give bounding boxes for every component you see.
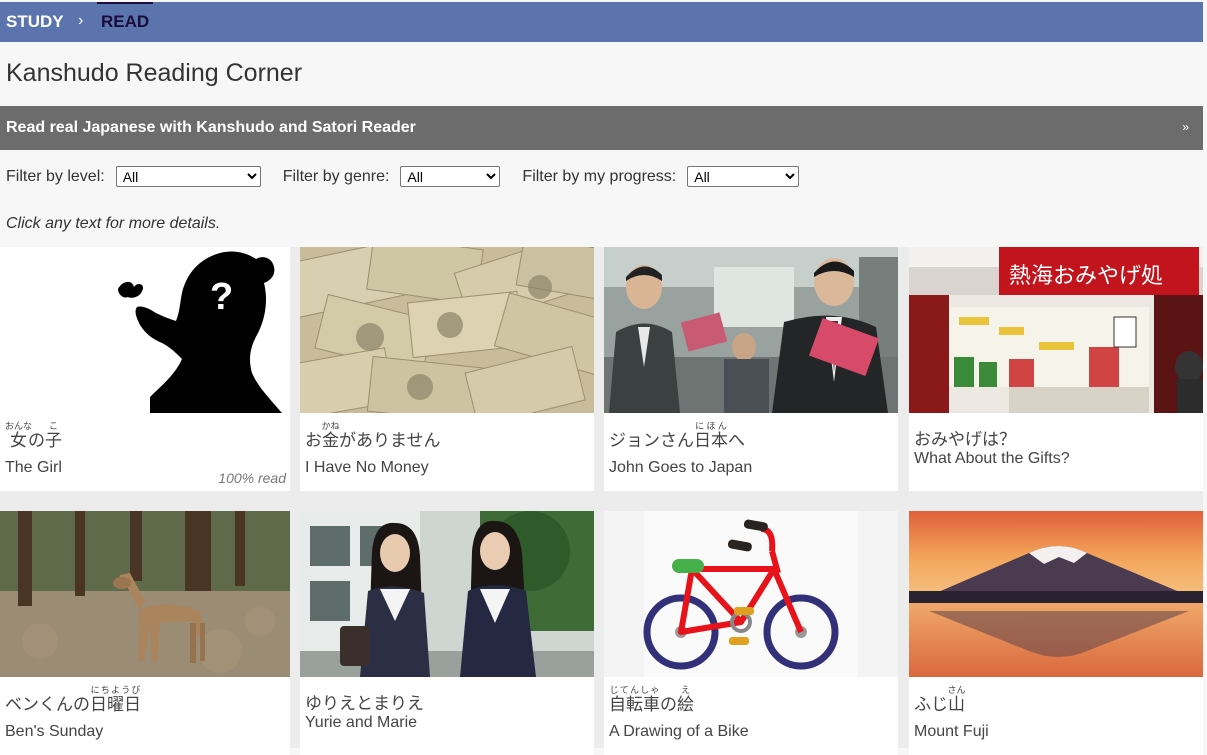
furigana-ruby: 金かね <box>321 421 340 450</box>
kana-text: の <box>660 695 677 714</box>
deer-forest-image <box>0 511 290 677</box>
page-title: Kanshudo Reading Corner <box>6 59 303 87</box>
kana-text: ベンくんの <box>5 695 90 714</box>
furigana-reading: にほん <box>694 421 728 431</box>
card-english-title[interactable]: Yurie and Marie <box>305 714 417 732</box>
hint-text: Click any text for more details. <box>6 215 221 232</box>
story-card-gifts[interactable]: 熱海おみやげ処 おみやげは？ What About the Gifts? <box>909 247 1203 491</box>
shop-sign-text: 熱海おみやげ処 <box>1009 264 1163 289</box>
kanji-text: 日曜日 <box>90 695 141 714</box>
furigana-ruby: 日本にほん <box>694 421 728 450</box>
furigana-reading: にちようび <box>90 685 141 695</box>
card-english-title[interactable]: Ben's Sunday <box>5 723 103 741</box>
furigana-ruby: 子こ <box>45 421 62 450</box>
svg-text:?: ? <box>210 276 233 318</box>
kana-text: ふじ <box>914 695 948 714</box>
kana-text: おみやげは？ <box>914 430 1016 449</box>
kana-text: の <box>28 431 45 450</box>
banner-title: Read real Japanese with Kanshudo and Sat… <box>6 119 416 136</box>
furigana-reading: え <box>677 685 694 695</box>
expand-chevron-icon[interactable]: » <box>1182 120 1189 134</box>
level-filter-label: Filter by level: <box>6 167 105 185</box>
souvenir-shop-image: 熱海おみやげ処 <box>909 247 1203 413</box>
card-english-title[interactable]: Mount Fuji <box>914 723 989 741</box>
level-filter-select[interactable]: All <box>115 166 261 187</box>
kanji-text: 子 <box>45 431 62 450</box>
progress-filter-label: Filter by my progress: <box>522 167 677 185</box>
story-card-john-japan[interactable]: ジョンさん日本にほんへ John Goes to Japan <box>604 247 898 491</box>
furigana-ruby: 絵え <box>677 685 694 714</box>
furigana-reading: さん <box>947 685 966 695</box>
bicycle-drawing-image <box>604 511 898 677</box>
card-japanese-title[interactable]: 自転車じてんしゃの絵え <box>609 685 694 715</box>
furigana-ruby: 山さん <box>947 685 966 714</box>
kana-text: へ <box>728 431 745 450</box>
card-japanese-title[interactable]: ベンくんの日曜日にちようび <box>5 685 141 715</box>
kana-text: ゆりえとまりえ <box>305 694 424 713</box>
kanji-text: 日本 <box>694 431 728 450</box>
card-japanese-title[interactable]: ジョンさん日本にほんへ <box>609 421 745 451</box>
story-card-bike-drawing[interactable]: 自転車じてんしゃの絵え A Drawing of a Bike <box>604 511 898 755</box>
schoolgirls-image <box>300 511 594 677</box>
kanji-text: 金 <box>321 431 340 450</box>
furigana-ruby: 女おんな <box>5 421 32 450</box>
breadcrumb-study-link[interactable]: STUDY <box>6 12 64 32</box>
furigana-reading: おんな <box>5 421 33 431</box>
story-card-the-girl[interactable]: ? 女おんなの子こ The Girl 100% read <box>0 247 290 491</box>
card-english-title[interactable]: The Girl <box>5 459 62 477</box>
furigana-reading: こ <box>45 421 62 431</box>
furigana-ruby: 自転車じてんしゃ <box>609 685 660 714</box>
breadcrumb-bar: STUDY › READ <box>0 2 1203 42</box>
yen-banknotes-image <box>300 247 594 413</box>
breadcrumb-read-current[interactable]: READ <box>97 2 154 42</box>
card-japanese-title[interactable]: ゆりえとまりえ <box>305 689 424 714</box>
card-english-title[interactable]: A Drawing of a Bike <box>609 723 749 741</box>
story-card-mount-fuji[interactable]: ふじ山さん Mount Fuji <box>909 511 1203 755</box>
mount-fuji-image <box>909 511 1203 677</box>
satori-banner[interactable]: Read real Japanese with Kanshudo and Sat… <box>0 106 1203 150</box>
furigana-ruby: 日曜日にちようび <box>90 685 141 714</box>
card-english-title[interactable]: John Goes to Japan <box>609 459 752 477</box>
genre-filter-label: Filter by genre: <box>282 167 390 185</box>
furigana-reading: かね <box>321 421 340 431</box>
card-english-title[interactable]: I Have No Money <box>305 459 429 477</box>
card-japanese-title[interactable]: お金かねがありません <box>305 421 441 451</box>
card-english-title[interactable]: What About the Gifts? <box>914 450 1070 468</box>
story-card-yurie-marie[interactable]: ゆりえとまりえ Yurie and Marie <box>300 511 594 755</box>
story-card-no-money[interactable]: お金かねがありません I Have No Money <box>300 247 594 491</box>
kanji-text: 絵 <box>677 695 694 714</box>
silhouette-question-image: ? <box>0 247 290 413</box>
story-card-bens-sunday[interactable]: ベンくんの日曜日にちようび Ben's Sunday <box>0 511 290 755</box>
furigana-reading: じてんしゃ <box>609 685 660 695</box>
train-passengers-image <box>604 247 898 413</box>
kana-text: ジョンさん <box>609 431 694 450</box>
breadcrumb-chevron-icon: › <box>78 12 84 29</box>
card-japanese-title[interactable]: おみやげは？ <box>914 425 1016 450</box>
kana-text: お <box>305 431 322 450</box>
kanji-text: 山 <box>947 695 966 714</box>
card-japanese-title[interactable]: ふじ山さん <box>914 685 966 715</box>
kanji-text: 自転車 <box>609 695 660 714</box>
kana-text: がありません <box>339 431 441 450</box>
card-japanese-title[interactable]: 女おんなの子こ <box>5 421 62 451</box>
filter-bar: Filter by level: All Filter by genre: Al… <box>6 166 821 187</box>
genre-filter-select[interactable]: All <box>400 166 501 187</box>
card-progress-badge: 100% read <box>218 470 286 486</box>
story-grid: ? 女おんなの子こ The Girl 100% read お金かねがありません … <box>0 247 1203 755</box>
progress-filter-select[interactable]: All <box>687 166 800 187</box>
